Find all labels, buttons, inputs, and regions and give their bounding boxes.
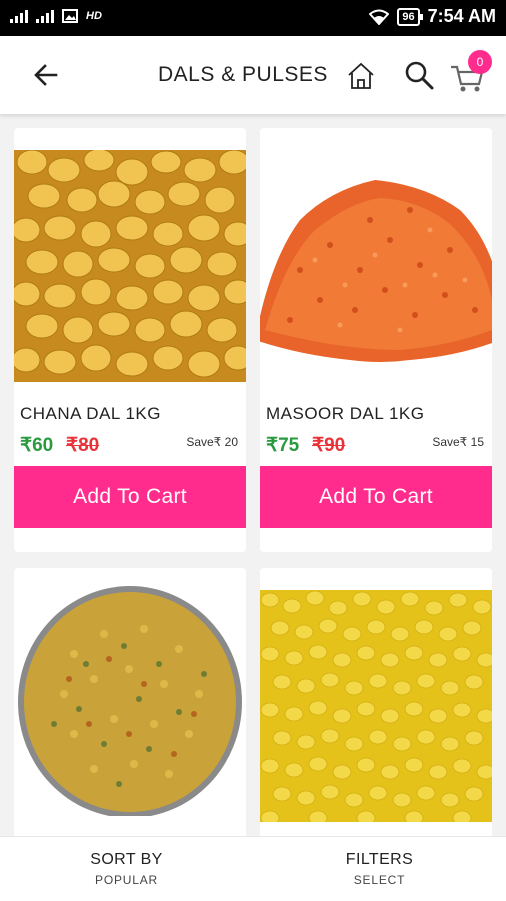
filters-button[interactable]: FILTERS SELECT (253, 837, 506, 901)
clock-time: 7:54 AM (427, 6, 496, 26)
status-bar: HD 96 7:54 AM (0, 0, 506, 36)
back-arrow-icon[interactable] (30, 59, 62, 91)
product-card[interactable]: MASOOR DAL 1KG ₹75 ₹90 Save₹ 15 Add To C… (260, 128, 492, 552)
image-icon (62, 9, 78, 23)
home-icon[interactable] (345, 60, 377, 92)
status-left: HD (10, 9, 102, 23)
wifi-icon (369, 9, 390, 25)
cart-count-badge: 0 (468, 50, 492, 74)
search-icon[interactable] (402, 58, 436, 92)
product-savings: Save₹ 20 (186, 435, 238, 449)
product-mrp: ₹80 (66, 435, 100, 456)
page-title: DALS & PULSES (158, 63, 328, 86)
filters-value: SELECT (353, 873, 406, 887)
product-name: CHANA DAL 1KG (20, 404, 161, 423)
status-right: 96 7:54 AM (369, 6, 496, 27)
product-image-chana-dal (14, 150, 246, 382)
product-grid: CHANA DAL 1KG ₹60 ₹80 Save₹ 20 Add To Ca… (0, 114, 506, 836)
product-image-moong-dal (260, 590, 492, 822)
filters-label: FILTERS (345, 851, 414, 868)
signal-icon-2 (36, 9, 54, 23)
app-toolbar: DALS & PULSES 0 (0, 36, 506, 114)
network-type-label: HD (86, 10, 102, 22)
product-name: MASOOR DAL 1KG (266, 404, 425, 423)
sort-by-label: SORT BY (90, 851, 163, 868)
product-card[interactable]: CHANA DAL 1KG ₹60 ₹80 Save₹ 20 Add To Ca… (14, 128, 246, 552)
product-image-mixed-dal (14, 584, 246, 816)
product-image-masoor-dal (260, 150, 492, 382)
signal-icon (10, 9, 28, 23)
add-to-cart-button[interactable]: Add To Cart (14, 466, 246, 528)
add-to-cart-button[interactable]: Add To Cart (260, 466, 492, 528)
product-mrp: ₹90 (312, 435, 346, 456)
product-savings: Save₹ 15 (432, 435, 484, 449)
product-card[interactable] (14, 568, 246, 836)
battery-icon: 96 (397, 7, 423, 26)
product-price: ₹60 (20, 435, 54, 456)
bottom-action-bar: SORT BY POPULAR FILTERS SELECT (0, 836, 506, 901)
sort-by-value: POPULAR (95, 873, 158, 887)
product-card[interactable] (260, 568, 492, 836)
product-price: ₹75 (266, 435, 300, 456)
sort-by-button[interactable]: SORT BY POPULAR (0, 837, 253, 901)
